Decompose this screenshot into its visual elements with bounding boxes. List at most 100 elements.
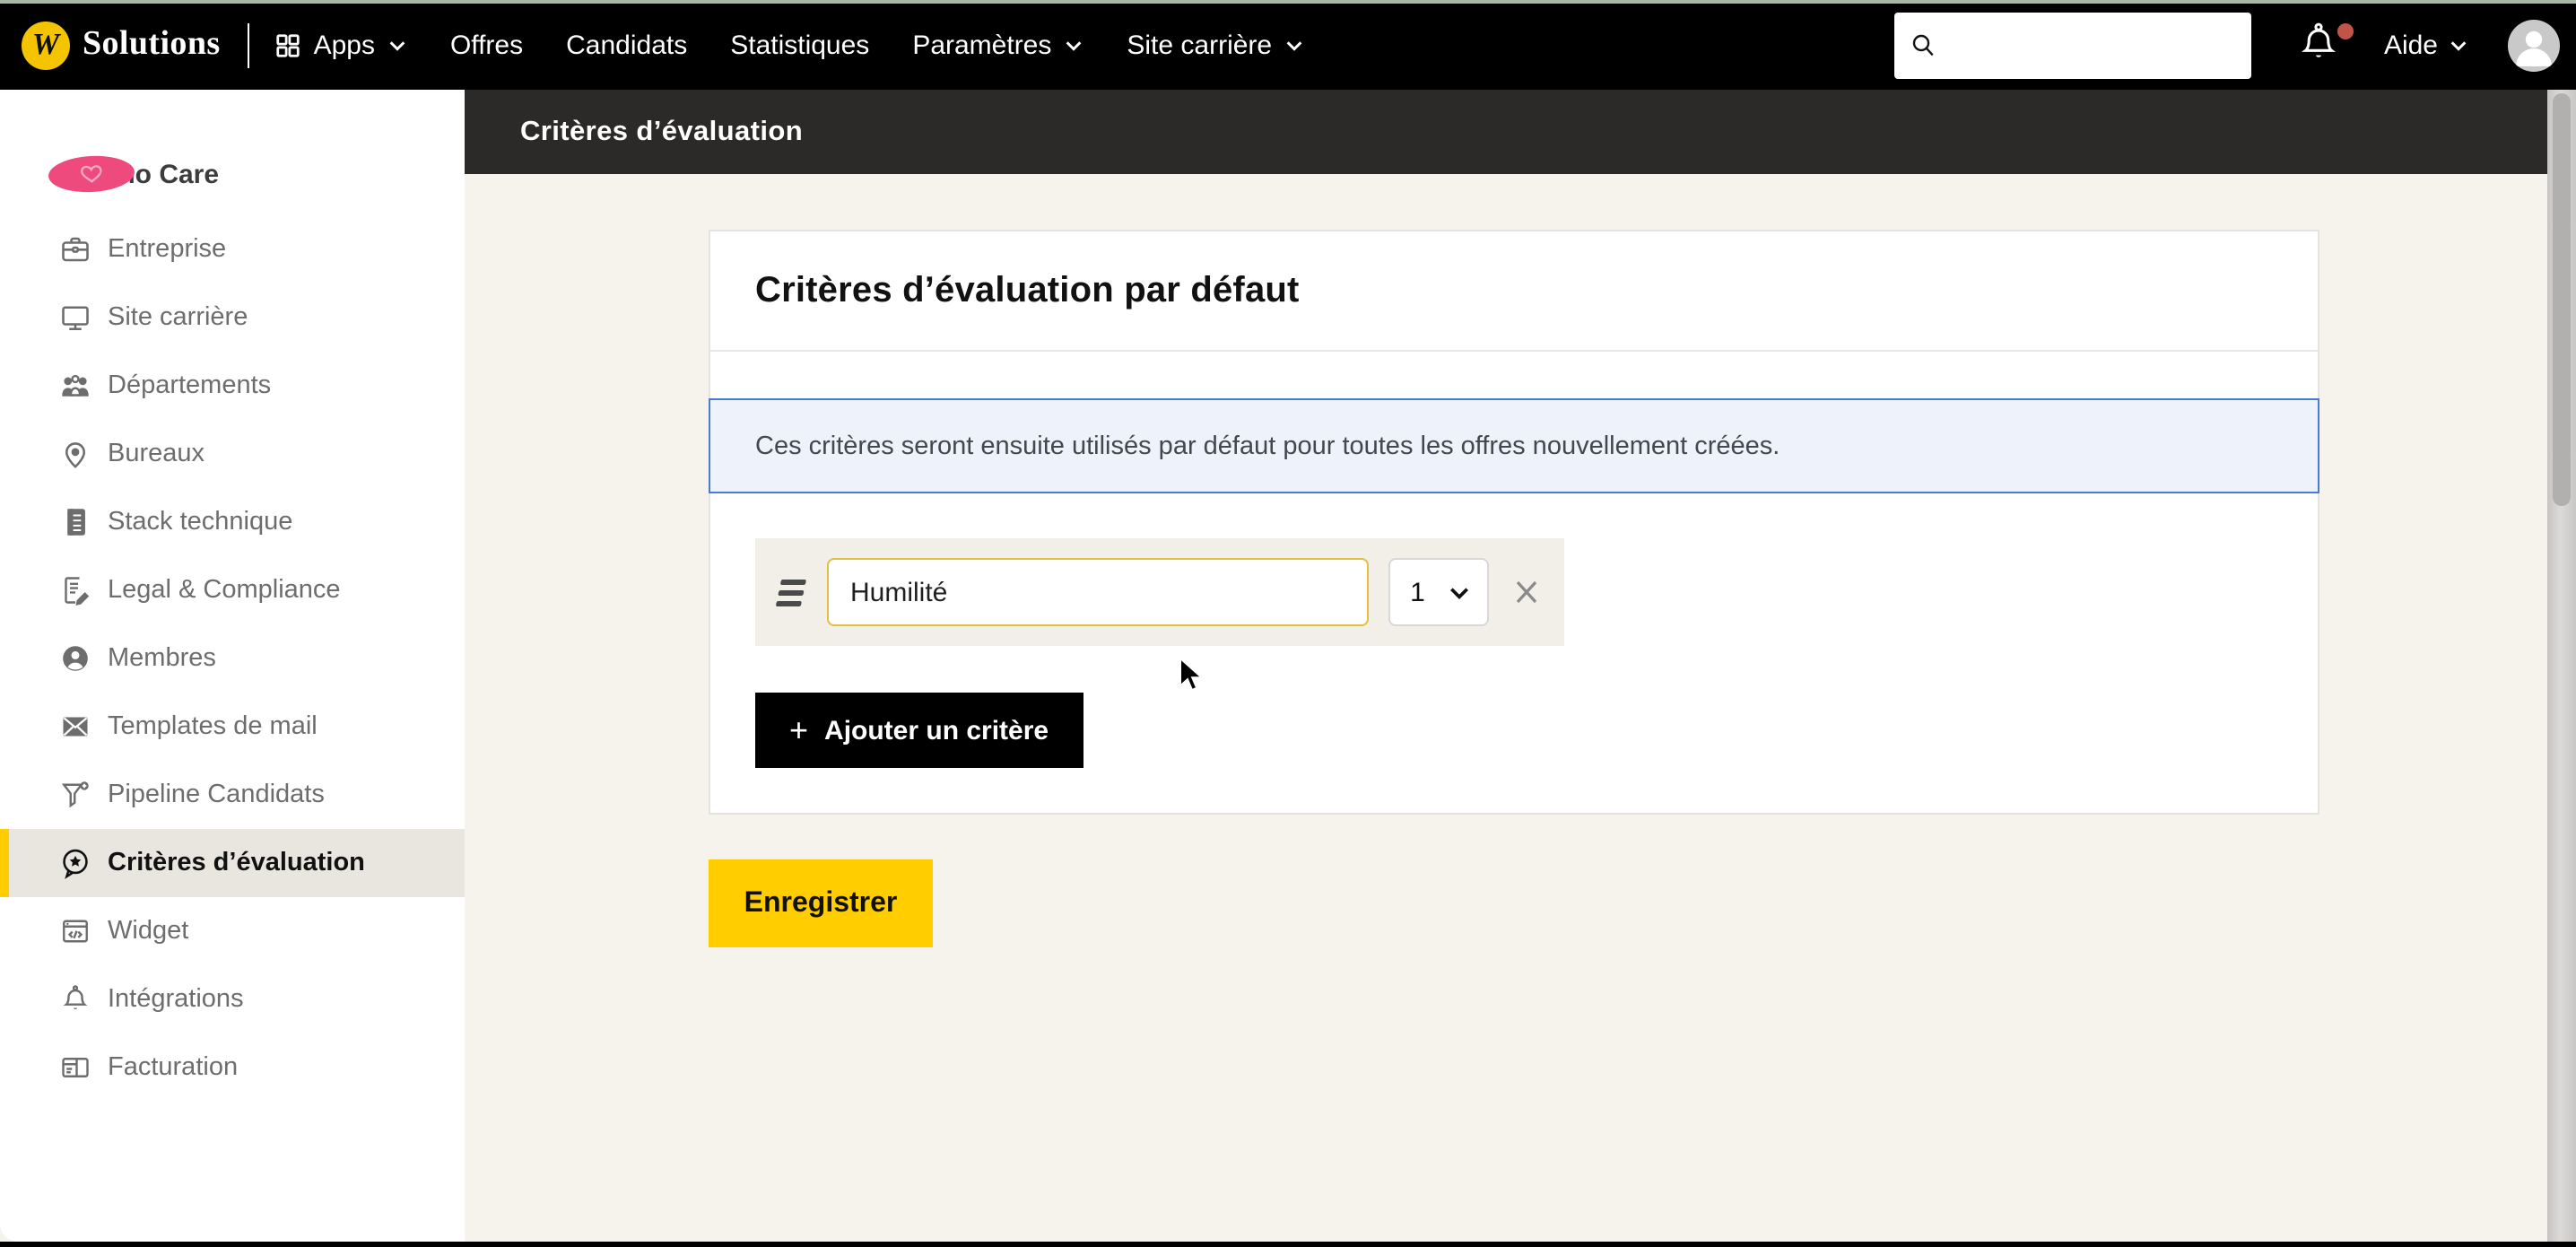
bell-icon (2298, 22, 2339, 66)
sidebar-item-label: Bureaux (108, 440, 205, 468)
window-top-strip (0, 0, 2576, 4)
criterion-row: 1 (755, 538, 1564, 646)
sidebar-item-legal-compliance[interactable]: Legal & Compliance (0, 556, 465, 624)
monitor-icon (59, 301, 91, 334)
sidebar-item-widget[interactable]: Widget (0, 897, 465, 965)
main-content: Critères d’évaluation Critères d’évaluat… (465, 90, 2576, 1247)
add-criterion-button[interactable]: + Ajouter un critère (755, 693, 1083, 768)
criteria-card: Critères d’évaluation par défaut Ces cri… (709, 230, 2319, 815)
sidebar-item-membres[interactable]: Membres (0, 624, 465, 693)
sidebar-item-label: Site carrière (108, 303, 248, 332)
sidebar-item-label: Intégrations (108, 985, 244, 1014)
sidebar-item-label: Templates de mail (108, 712, 318, 741)
info-banner: Ces critères seront ensuite utilisés par… (709, 398, 2319, 493)
document-pencil-icon (59, 574, 91, 606)
nav-item-apps[interactable]: Apps (274, 30, 407, 60)
server-stack-icon (59, 506, 91, 538)
nav-item-statistiques[interactable]: Statistiques (730, 30, 869, 60)
vertical-scrollbar[interactable] (2547, 90, 2576, 1247)
help-menu[interactable]: Aide (2384, 30, 2468, 60)
sidebar-item-label: Facturation (108, 1053, 238, 1082)
chevron-down-icon (1284, 35, 1304, 55)
nav-item-label: Apps (314, 30, 375, 60)
briefcase-icon (59, 233, 91, 266)
nav-divider (248, 22, 249, 67)
brand-logo[interactable]: W Solutions (22, 21, 221, 69)
weight-value: 1 (1410, 577, 1425, 607)
credit-card-icon (59, 1051, 91, 1084)
user-avatar[interactable] (2508, 19, 2560, 71)
chevron-down-icon (1448, 580, 1471, 604)
search-box[interactable] (1894, 12, 2251, 78)
search-input[interactable] (1948, 31, 2237, 59)
sidebar-item-label: Critères d’évaluation (108, 849, 365, 877)
close-icon (1512, 578, 1541, 606)
sidebar-item-facturation[interactable]: Facturation (0, 1033, 465, 1102)
page-title: Critères d’évaluation (520, 116, 803, 148)
plus-icon: + (789, 714, 808, 746)
nav-item-label: Paramètres (912, 30, 1051, 60)
avatar-silhouette-icon (2508, 19, 2560, 71)
info-banner-text: Ces critères seront ensuite utilisés par… (755, 432, 1780, 460)
member-circle-icon (59, 642, 91, 675)
sidebar-item-site-carriere[interactable]: Site carrière (0, 283, 465, 352)
sidebar-item-integrations[interactable]: Intégrations (0, 965, 465, 1033)
chevron-down-icon (1064, 35, 1083, 55)
nav-right-cluster: Aide (1894, 12, 2576, 78)
people-icon (59, 370, 91, 402)
nav-item-candidats[interactable]: Candidats (566, 30, 687, 60)
sidebar-item-label: Entreprise (108, 235, 226, 264)
logo-letter: W (32, 27, 59, 63)
nav-item-site-carriere[interactable]: Site carrière (1127, 30, 1304, 60)
sidebar-item-departements[interactable]: Départements (0, 352, 465, 420)
nav-item-label: Candidats (566, 30, 687, 60)
nav-item-parametres[interactable]: Paramètres (912, 30, 1083, 60)
sidebar-item-label: Stack technique (108, 508, 292, 536)
sidebar-item-label: Départements (108, 371, 271, 400)
card-title-row: Critères d’évaluation par défaut (710, 231, 2318, 352)
widget-code-icon (59, 915, 91, 947)
nav-item-label: Site carrière (1127, 30, 1272, 60)
help-label: Aide (2384, 30, 2438, 60)
bell-outline-icon (59, 983, 91, 1016)
save-button[interactable]: Enregistrer (709, 859, 933, 947)
sidebar-item-label: Legal & Compliance (108, 576, 341, 605)
page-header-bar: Critères d’évaluation (465, 90, 2547, 174)
funnel-plus-icon (59, 779, 91, 811)
company-row: mo Care (0, 147, 465, 201)
drag-handle-icon[interactable] (770, 572, 812, 613)
card-title: Critères d’évaluation par défaut (755, 271, 2273, 312)
brand-name: Solutions (83, 25, 221, 65)
search-icon (1909, 31, 1937, 59)
nav-items: Apps Offres Candidats Statistiques Param… (274, 30, 1305, 60)
chevron-down-icon (2449, 35, 2468, 55)
remove-criterion-button[interactable] (1509, 574, 1545, 610)
sidebar-item-stack-technique[interactable]: Stack technique (0, 488, 465, 556)
sidebar-item-label: Widget (108, 917, 188, 946)
window-bottom-strip (0, 1242, 2576, 1247)
chevron-down-icon (387, 35, 407, 55)
notifications-button[interactable] (2298, 22, 2341, 68)
add-criterion-label: Ajouter un critère (824, 715, 1049, 746)
scrollbar-thumb[interactable] (2553, 93, 2571, 506)
nav-item-label: Offres (450, 30, 523, 60)
apps-grid-icon (274, 31, 301, 58)
criterion-name-input[interactable] (827, 558, 1369, 626)
sidebar-item-bureaux[interactable]: Bureaux (0, 420, 465, 488)
sidebar-item-templates-de-mail[interactable]: Templates de mail (0, 693, 465, 761)
sidebar-item-pipeline-candidats[interactable]: Pipeline Candidats (0, 761, 465, 829)
app-window: W Solutions Apps Offres Candidats Statis… (0, 0, 2576, 1247)
nav-item-offres[interactable]: Offres (450, 30, 523, 60)
star-bubble-icon (59, 847, 91, 879)
sidebar-item-label: Membres (108, 644, 216, 673)
sidebar-item-label: Pipeline Candidats (108, 780, 325, 809)
sidebar-menu: Entreprise Site carrière Départements Bu… (0, 215, 465, 1102)
map-pin-icon (59, 438, 91, 470)
sidebar-item-entreprise[interactable]: Entreprise (0, 215, 465, 283)
mail-icon (59, 711, 91, 743)
wttj-logo-icon: W (22, 21, 70, 69)
heart-doodle-icon (71, 158, 112, 190)
criterion-weight-select[interactable]: 1 (1388, 558, 1489, 626)
sidebar-item-criteres-evaluation[interactable]: Critères d’évaluation (0, 829, 465, 897)
unread-notification-dot (2337, 23, 2354, 39)
